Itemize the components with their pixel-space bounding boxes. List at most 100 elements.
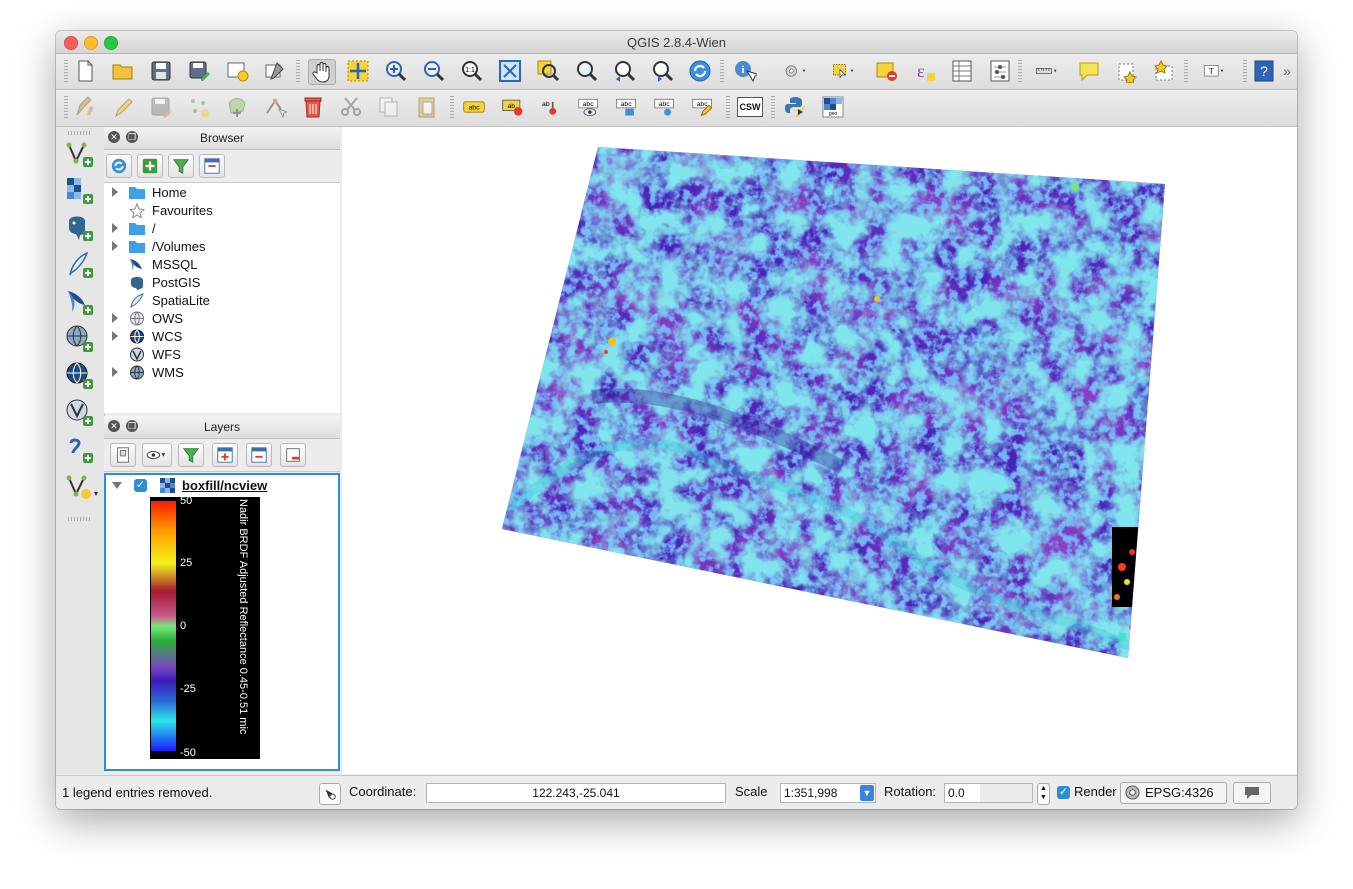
toolbar-grip[interactable]	[771, 96, 775, 120]
manage-visibility-icon[interactable]	[142, 443, 172, 467]
toolbar-grip[interactable]	[1184, 60, 1188, 84]
delete-selected-icon[interactable]	[300, 95, 326, 119]
save-as-icon[interactable]	[186, 59, 212, 83]
metasearch-icon[interactable]: CSW	[736, 95, 764, 119]
filter-legend-icon[interactable]	[178, 443, 204, 467]
expand-arrow-icon[interactable]	[112, 313, 118, 323]
label-icon[interactable]: abc	[460, 95, 488, 119]
browser-item-spatialite[interactable]: SpatiaLite	[104, 292, 340, 310]
show-bookmarks-icon[interactable]	[1151, 59, 1177, 83]
expand-arrow-icon[interactable]	[112, 187, 118, 197]
zoom-to-layer-icon[interactable]	[573, 59, 599, 83]
browser-item-mssql[interactable]: MSSQL	[104, 256, 340, 274]
browser-item-wfs[interactable]: WFS	[104, 346, 340, 364]
add-postgis-layer-icon[interactable]	[65, 213, 95, 243]
add-group-icon[interactable]	[110, 443, 136, 467]
layer-labeling-icon[interactable]: ab	[499, 95, 527, 119]
map-tips-icon[interactable]	[1076, 59, 1102, 83]
toggle-editing-icon[interactable]	[110, 95, 136, 119]
refresh-icon[interactable]	[687, 59, 713, 83]
select-features-icon[interactable]	[826, 59, 862, 83]
save-project-icon[interactable]	[148, 59, 174, 83]
collapse-arrow-icon[interactable]	[112, 482, 122, 489]
collapse-all-icon[interactable]	[199, 154, 225, 178]
change-label-icon[interactable]: abc	[689, 95, 717, 119]
show-hide-labels-icon[interactable]: abc	[575, 95, 603, 119]
field-calculator-icon[interactable]: ε	[912, 59, 938, 83]
add-spatialite-layer-icon[interactable]	[65, 250, 95, 280]
toolbar-grip[interactable]	[450, 96, 454, 120]
layer-name[interactable]: boxfill/ncview	[182, 478, 267, 493]
save-edits-icon[interactable]	[148, 95, 174, 119]
map-canvas[interactable]	[342, 127, 1297, 774]
add-feature-icon[interactable]	[186, 95, 212, 119]
chevron-down-icon[interactable]: ▼	[860, 785, 874, 801]
zoom-in-icon[interactable]	[383, 59, 409, 83]
current-edits-icon[interactable]	[72, 95, 98, 119]
run-action-icon[interactable]	[778, 59, 814, 83]
text-annotation-icon[interactable]: T	[1196, 59, 1234, 83]
expand-arrow-icon[interactable]	[112, 367, 118, 377]
new-bookmark-icon[interactable]	[1114, 59, 1140, 83]
toolbar-grip[interactable]	[720, 60, 724, 84]
browser-item-ows[interactable]: OWS	[104, 310, 340, 328]
zoom-next-icon[interactable]	[649, 59, 675, 83]
pan-to-selection-icon[interactable]	[345, 59, 371, 83]
layer-visibility-checkbox[interactable]: ✓	[134, 479, 147, 492]
pan-icon[interactable]	[308, 59, 336, 85]
rotation-field[interactable]: 0.0	[944, 783, 1033, 803]
add-delimited-text-layer-icon[interactable]	[65, 435, 95, 465]
toolbar-grip[interactable]	[726, 96, 730, 120]
add-layers-icon[interactable]	[137, 154, 163, 178]
new-shapefile-layer-icon[interactable]	[65, 472, 101, 502]
browser-item-postgis[interactable]: PostGIS	[104, 274, 340, 292]
cut-features-icon[interactable]	[338, 95, 364, 119]
toolbar-grip[interactable]	[64, 96, 68, 120]
filter-icon[interactable]	[168, 154, 194, 178]
render-checkbox[interactable]: ✓	[1057, 786, 1070, 799]
browser-item-wms[interactable]: WMS	[104, 364, 340, 382]
toolbar-overflow-icon[interactable]: »	[1279, 59, 1295, 83]
attribute-table-icon[interactable]	[949, 59, 975, 83]
paste-features-icon[interactable]	[414, 95, 440, 119]
zoom-full-icon[interactable]	[497, 59, 523, 83]
add-wcs-layer-icon[interactable]	[65, 361, 95, 391]
deselect-icon[interactable]	[874, 59, 900, 83]
open-project-icon[interactable]	[110, 59, 136, 83]
scale-combobox[interactable]: 1:351,998 ▼	[780, 783, 876, 803]
move-label-icon[interactable]: abc	[613, 95, 641, 119]
toolbar-grip[interactable]	[296, 60, 300, 84]
composer-manager-icon[interactable]	[262, 59, 288, 83]
copy-features-icon[interactable]	[376, 95, 402, 119]
add-raster-layer-icon[interactable]	[65, 176, 95, 206]
remove-layer-icon[interactable]	[280, 443, 306, 467]
browser-item-favourites[interactable]: Favourites	[104, 202, 340, 220]
messages-button[interactable]	[1233, 782, 1271, 804]
browser-item-wcs[interactable]: WCS	[104, 328, 340, 346]
measure-icon[interactable]	[1028, 59, 1066, 83]
new-print-composer-icon[interactable]	[224, 59, 250, 83]
toolbar-grip[interactable]	[1243, 60, 1247, 84]
rotation-stepper[interactable]: ▲ ▼	[1037, 783, 1050, 805]
pin-labels-icon[interactable]: ab	[537, 95, 565, 119]
browser-item-root[interactable]: /	[104, 220, 340, 238]
add-mssql-layer-icon[interactable]	[65, 287, 95, 317]
zoom-actual-size-icon[interactable]: 1:1	[459, 59, 485, 83]
toolbar-grip[interactable]	[64, 60, 68, 84]
identify-icon[interactable]: i	[732, 59, 758, 83]
toggle-coordinate-icon[interactable]	[319, 783, 341, 805]
zoom-out-icon[interactable]	[421, 59, 447, 83]
coordinate-field[interactable]: 122.243,-25.041	[426, 783, 726, 803]
zoom-to-selection-icon[interactable]	[535, 59, 561, 83]
help-icon[interactable]: ?	[1251, 59, 1277, 83]
toolbar-grip[interactable]	[68, 517, 92, 521]
browser-item-home[interactable]: Home	[104, 184, 340, 202]
rotate-label-icon[interactable]: abc	[651, 95, 679, 119]
expand-arrow-icon[interactable]	[112, 331, 118, 341]
move-feature-icon[interactable]	[224, 95, 250, 119]
statistics-icon[interactable]	[987, 59, 1013, 83]
node-tool-icon[interactable]	[262, 95, 288, 119]
new-project-icon[interactable]	[72, 59, 98, 83]
expand-all-icon[interactable]	[212, 443, 238, 467]
add-wfs-layer-icon[interactable]	[65, 398, 95, 428]
